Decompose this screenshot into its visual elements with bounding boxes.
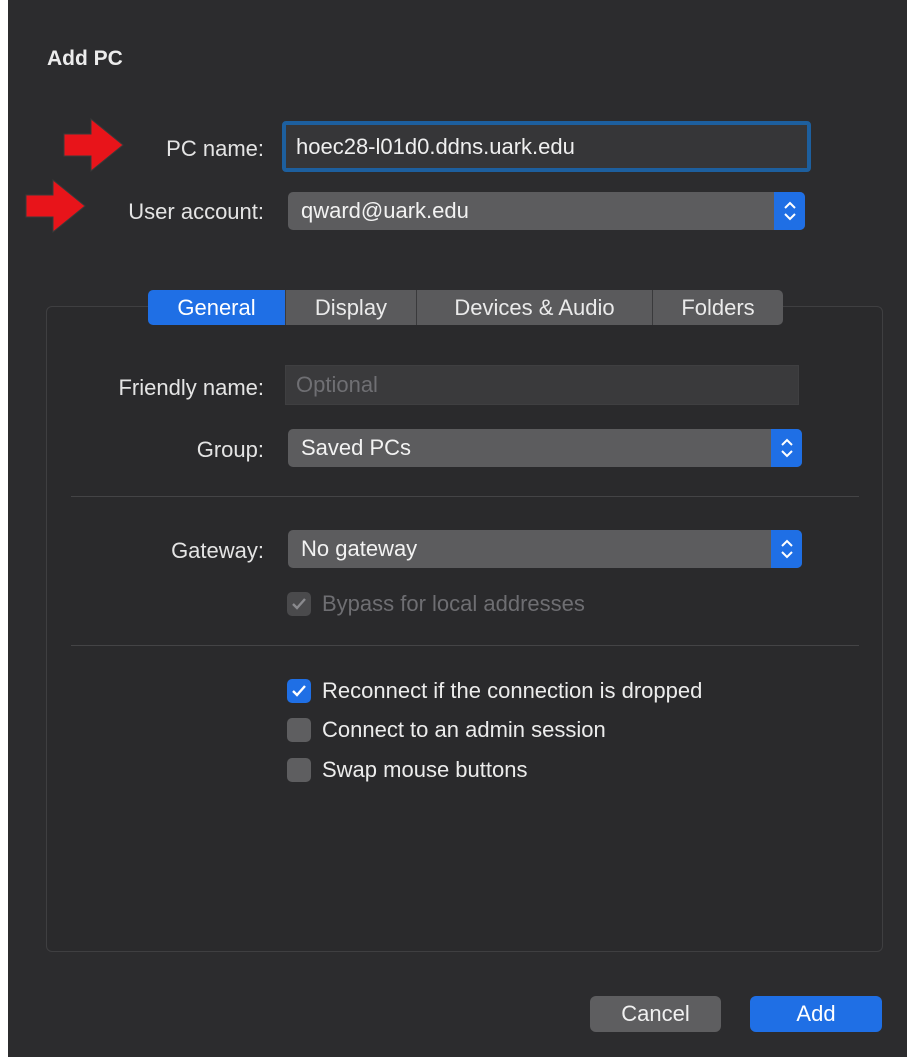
divider xyxy=(71,645,859,646)
bypass-checkbox-row: Bypass for local addresses xyxy=(287,591,585,617)
red-arrow-icon xyxy=(25,178,86,234)
group-value: Saved PCs xyxy=(301,435,412,460)
admin-session-label: Connect to an admin session xyxy=(322,717,606,742)
red-arrow-icon xyxy=(63,117,124,173)
checkmark-icon xyxy=(292,685,306,697)
friendly-name-placeholder: Optional xyxy=(296,372,378,397)
checkmark-icon xyxy=(292,598,306,610)
group-label: Group: xyxy=(196,437,264,462)
chevron-up-down-icon xyxy=(774,192,805,230)
reconnect-checkbox-row[interactable]: Reconnect if the connection is dropped xyxy=(287,678,702,704)
dialog-title: Add PC xyxy=(47,47,123,70)
tab-bar: General Display Devices & Audio Folders xyxy=(148,290,783,325)
swap-mouse-checkbox[interactable] xyxy=(287,758,311,782)
add-button[interactable]: Add xyxy=(750,996,882,1032)
user-account-label: User account: xyxy=(128,199,264,224)
user-account-value: qward@uark.edu xyxy=(301,198,469,223)
admin-session-checkbox[interactable] xyxy=(287,718,311,742)
swap-mouse-checkbox-row[interactable]: Swap mouse buttons xyxy=(287,757,527,783)
gateway-label: Gateway: xyxy=(171,538,264,563)
tab-folders[interactable]: Folders xyxy=(653,290,783,325)
tab-devices-audio[interactable]: Devices & Audio xyxy=(417,290,653,325)
friendly-name-field[interactable]: Optional xyxy=(285,365,799,405)
swap-mouse-label: Swap mouse buttons xyxy=(322,757,528,782)
pc-name-field[interactable]: hoec28-l01d0.ddns.uark.edu xyxy=(282,121,811,172)
admin-session-checkbox-row[interactable]: Connect to an admin session xyxy=(287,717,606,743)
pc-name-label: PC name: xyxy=(166,136,264,161)
friendly-name-label: Friendly name: xyxy=(118,375,264,400)
user-account-popup[interactable]: qward@uark.edu xyxy=(288,192,805,230)
group-popup[interactable]: Saved PCs xyxy=(288,429,802,467)
add-pc-dialog: Add PC PC name: hoec28-l01d0.ddns.uark.e… xyxy=(8,0,907,1057)
cancel-button[interactable]: Cancel xyxy=(590,996,721,1032)
gateway-value: No gateway xyxy=(301,536,418,561)
reconnect-checkbox[interactable] xyxy=(287,679,311,703)
gateway-popup[interactable]: No gateway xyxy=(288,530,802,568)
bypass-label: Bypass for local addresses xyxy=(322,591,585,616)
bypass-checkbox xyxy=(287,592,311,616)
tab-display[interactable]: Display xyxy=(286,290,417,325)
pc-name-value: hoec28-l01d0.ddns.uark.edu xyxy=(296,133,575,159)
chevron-up-down-icon xyxy=(771,530,802,568)
tab-general[interactable]: General xyxy=(148,290,286,325)
divider xyxy=(71,496,859,497)
reconnect-label: Reconnect if the connection is dropped xyxy=(322,678,703,703)
chevron-up-down-icon xyxy=(771,429,802,467)
